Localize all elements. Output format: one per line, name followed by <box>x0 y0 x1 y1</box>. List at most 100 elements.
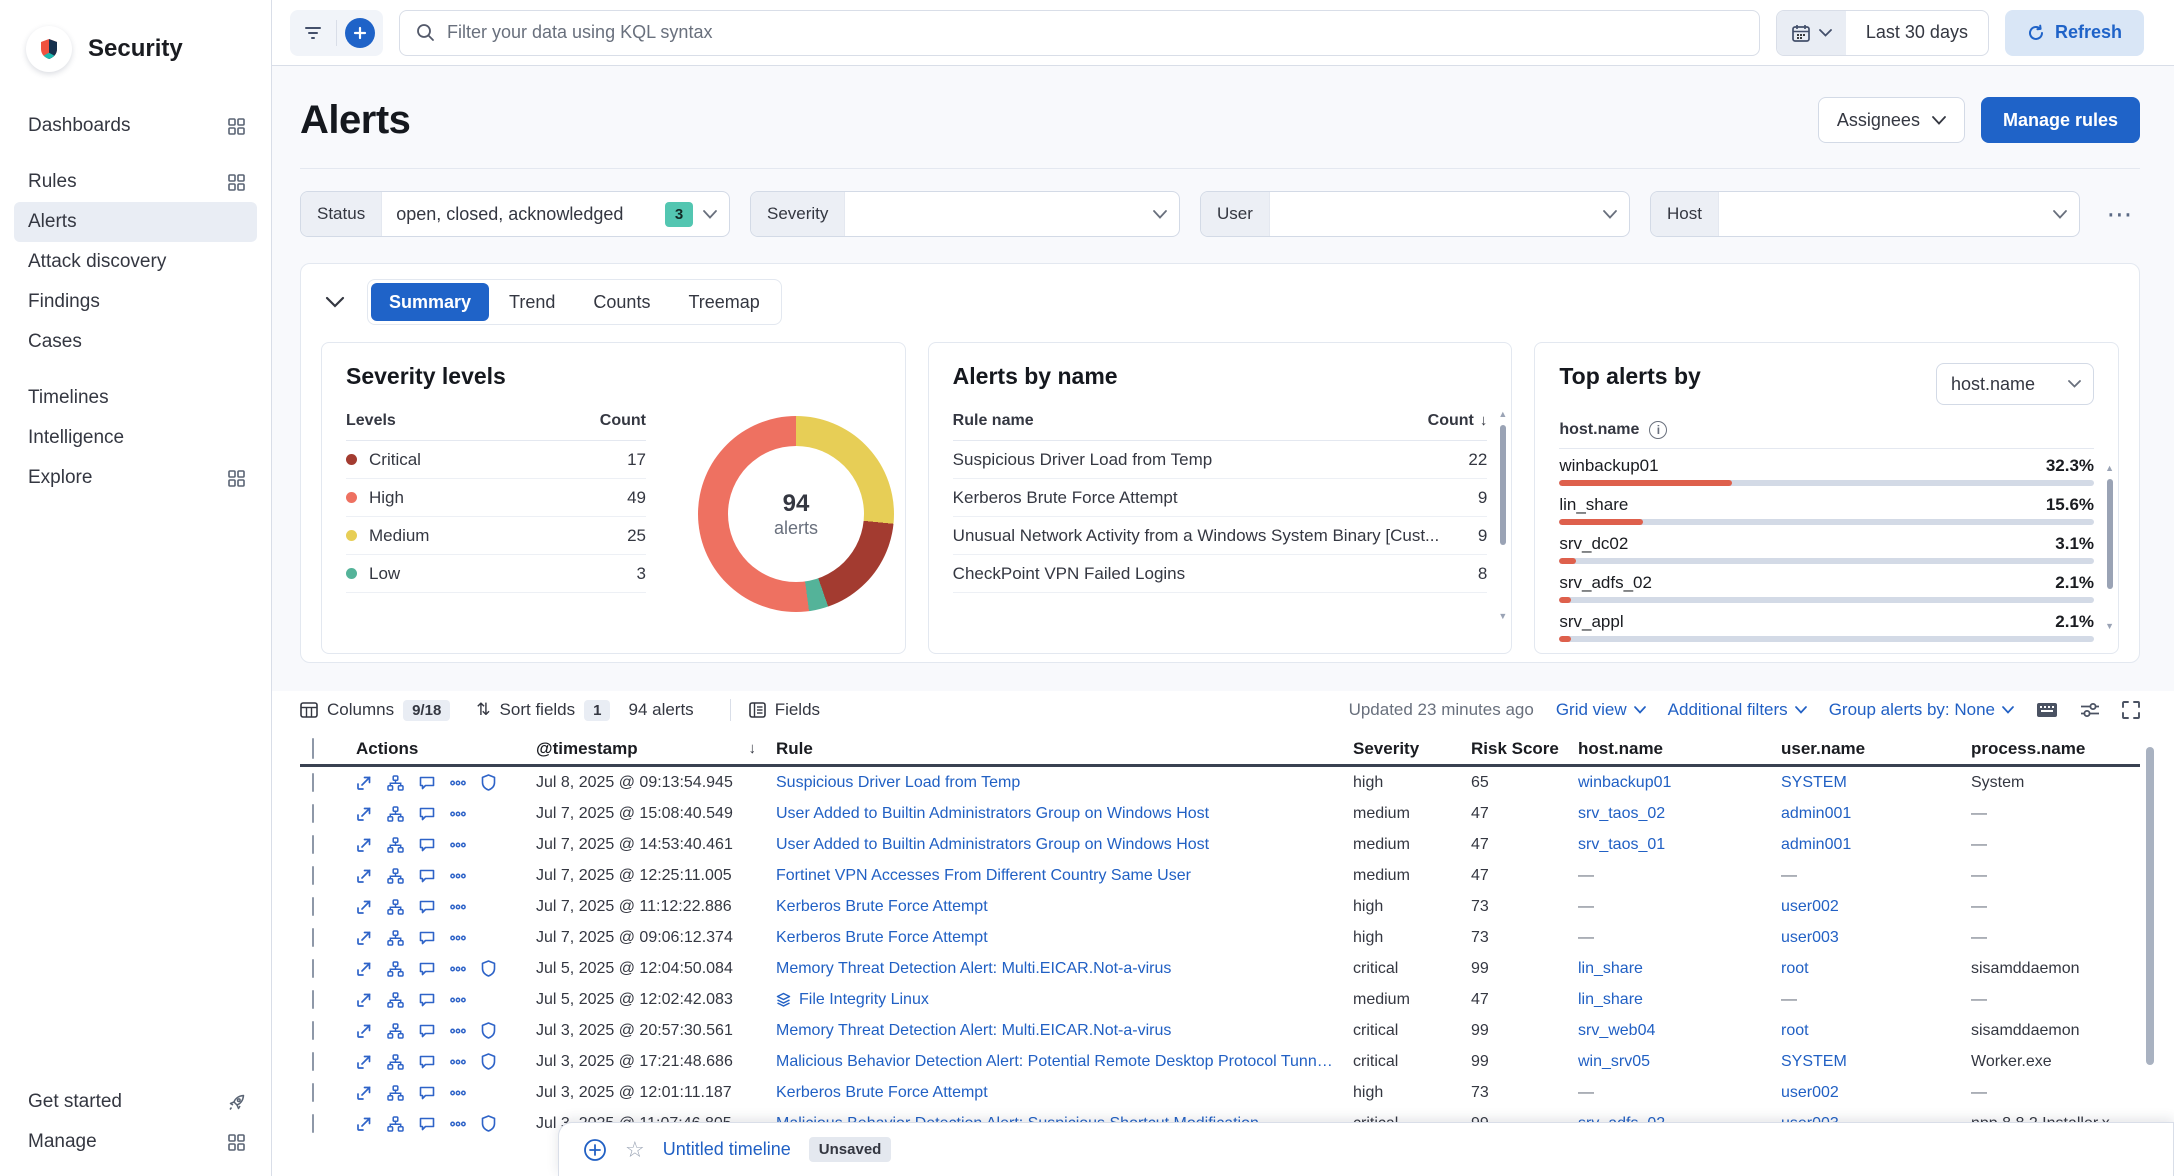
sidebar-item-intelligence[interactable]: Intelligence <box>14 418 257 458</box>
row-checkbox[interactable] <box>312 773 314 792</box>
alert-user-name[interactable]: user002 <box>1781 898 1971 916</box>
table-scrollbar-thumb[interactable] <box>2146 747 2154 1065</box>
endpoint-shield-icon[interactable] <box>481 774 496 791</box>
alert-host-name[interactable]: srv_taos_02 <box>1578 805 1781 823</box>
sidebar-item-manage[interactable]: Manage <box>14 1122 257 1162</box>
row-checkbox[interactable] <box>312 959 314 978</box>
top-alerts-row[interactable]: srv_appl 2.1% <box>1559 612 2094 644</box>
row-checkbox[interactable] <box>312 1114 314 1133</box>
alert-user-name[interactable]: root <box>1781 960 1971 978</box>
alert-user-name[interactable]: admin001 <box>1781 805 1971 823</box>
endpoint-shield-icon[interactable] <box>481 1115 496 1132</box>
more-actions-icon[interactable] <box>450 997 466 1003</box>
alerts-by-name-row[interactable]: Kerberos Brute Force Attempt 9 <box>953 479 1488 517</box>
manage-rules-button[interactable]: Manage rules <box>1981 97 2140 143</box>
comment-icon[interactable] <box>419 961 435 976</box>
sidebar-item-attack-discovery[interactable]: Attack discovery <box>14 242 257 282</box>
endpoint-shield-icon[interactable] <box>481 1022 496 1039</box>
col-actions[interactable]: Actions <box>356 739 536 759</box>
comment-icon[interactable] <box>419 930 435 945</box>
sidebar-item-dashboards[interactable]: Dashboards <box>14 106 257 146</box>
col-host-name[interactable]: host.name <box>1578 739 1781 759</box>
scroll-down-icon[interactable]: ▼ <box>1498 611 1507 621</box>
expand-alert-icon[interactable] <box>356 961 372 977</box>
analyze-event-icon[interactable] <box>387 868 404 884</box>
collapse-chevron-icon[interactable] <box>321 292 349 312</box>
alert-user-name[interactable]: user002 <box>1781 1084 1971 1102</box>
row-checkbox[interactable] <box>312 1021 314 1040</box>
more-actions-icon[interactable] <box>450 1121 466 1127</box>
top-alerts-row[interactable]: srv_adfs_02 2.1% <box>1559 573 2094 605</box>
scroll-up-icon[interactable]: ▲ <box>2105 463 2114 473</box>
col-risk-score[interactable]: Risk Score <box>1471 739 1578 759</box>
rule-link[interactable]: User Added to Builtin Administrators Gro… <box>776 836 1209 854</box>
rule-link[interactable]: Fortinet VPN Accesses From Different Cou… <box>776 867 1191 885</box>
expand-alert-icon[interactable] <box>356 1023 372 1039</box>
row-checkbox[interactable] <box>312 804 314 823</box>
filter-menu-button[interactable] <box>290 10 336 56</box>
expand-alert-icon[interactable] <box>356 992 372 1008</box>
more-actions-icon[interactable] <box>450 780 466 786</box>
rule-link[interactable]: Kerberos Brute Force Attempt <box>776 929 988 947</box>
analyze-event-icon[interactable] <box>387 837 404 853</box>
more-actions-icon[interactable] <box>450 1028 466 1034</box>
comment-icon[interactable] <box>419 899 435 914</box>
comment-icon[interactable] <box>419 1116 435 1131</box>
alert-host-name[interactable]: winbackup01 <box>1578 774 1781 792</box>
analyze-event-icon[interactable] <box>387 1116 404 1132</box>
endpoint-shield-icon[interactable] <box>481 960 496 977</box>
col-timestamp[interactable]: @timestamp↓ <box>536 739 776 759</box>
endpoint-shield-icon[interactable] <box>481 1053 496 1070</box>
analyze-event-icon[interactable] <box>387 775 404 791</box>
assignees-dropdown[interactable]: Assignees <box>1818 97 1965 143</box>
count-col[interactable]: Count↓ <box>1428 412 1488 430</box>
tab-treemap[interactable]: Treemap <box>670 283 777 321</box>
more-actions-icon[interactable] <box>450 966 466 972</box>
comment-icon[interactable] <box>419 806 435 821</box>
comment-icon[interactable] <box>419 868 435 883</box>
add-timeline-icon[interactable] <box>583 1138 607 1162</box>
analyze-event-icon[interactable] <box>387 992 404 1008</box>
scrollbar-thumb[interactable] <box>1500 425 1506 545</box>
alert-host-name[interactable]: srv_taos_01 <box>1578 836 1781 854</box>
top-alerts-row[interactable]: lin_share 15.6% <box>1559 495 2094 527</box>
rule-link[interactable]: Kerberos Brute Force Attempt <box>776 1084 988 1102</box>
col-user-name[interactable]: user.name <box>1781 739 1971 759</box>
kql-search-input[interactable] <box>447 22 1743 43</box>
expand-alert-icon[interactable] <box>356 930 372 946</box>
sidebar-item-explore[interactable]: Explore <box>14 458 257 498</box>
expand-alert-icon[interactable] <box>356 868 372 884</box>
alert-user-name[interactable]: SYSTEM <box>1781 774 1971 792</box>
grid-view-dropdown[interactable]: Grid view <box>1556 700 1646 720</box>
add-filter-button[interactable] <box>337 10 383 56</box>
refresh-button[interactable]: Refresh <box>2005 10 2144 56</box>
rule-link[interactable]: Suspicious Driver Load from Temp <box>776 774 1020 792</box>
favorite-star-icon[interactable]: ☆ <box>625 1137 645 1163</box>
expand-alert-icon[interactable] <box>356 1085 372 1101</box>
timeline-title[interactable]: Untitled timeline <box>663 1139 791 1160</box>
comment-icon[interactable] <box>419 1054 435 1069</box>
sort-fields-button[interactable]: ⇅ Sort fields 1 <box>476 700 610 721</box>
sidebar-item-get-started[interactable]: Get started <box>14 1082 257 1122</box>
more-actions-icon[interactable] <box>450 842 466 848</box>
row-checkbox[interactable] <box>312 897 314 916</box>
comment-icon[interactable] <box>419 1085 435 1100</box>
more-actions-icon[interactable] <box>450 811 466 817</box>
date-picker-button[interactable] <box>1777 11 1846 55</box>
filter-host[interactable]: Host <box>1650 191 2080 237</box>
sidebar-item-cases[interactable]: Cases <box>14 322 257 362</box>
more-actions-icon[interactable] <box>450 1090 466 1096</box>
analyze-event-icon[interactable] <box>387 1085 404 1101</box>
keyboard-shortcuts-icon[interactable] <box>2036 702 2058 718</box>
tab-trend[interactable]: Trend <box>491 283 573 321</box>
comment-icon[interactable] <box>419 775 435 790</box>
rule-link[interactable]: Malicious Behavior Detection Alert: Pote… <box>776 1053 1339 1071</box>
scroll-up-icon[interactable]: ▲ <box>1498 409 1507 419</box>
comment-icon[interactable] <box>419 992 435 1007</box>
row-checkbox[interactable] <box>312 835 314 854</box>
analyze-event-icon[interactable] <box>387 1054 404 1070</box>
top-alerts-row[interactable]: winbackup01 32.3% <box>1559 456 2094 488</box>
display-options-icon[interactable] <box>2080 702 2100 718</box>
row-checkbox[interactable] <box>312 1083 314 1102</box>
expand-alert-icon[interactable] <box>356 899 372 915</box>
